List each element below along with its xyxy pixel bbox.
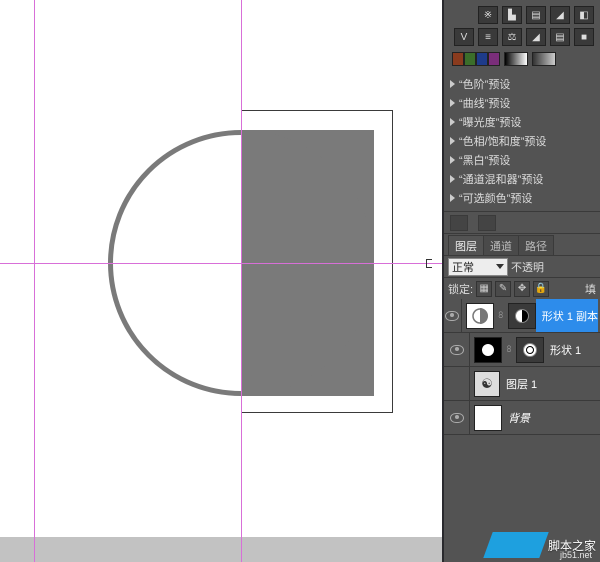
- preset-channel-mixer[interactable]: “通道混和器”预设: [444, 169, 600, 188]
- lock-pixels-icon[interactable]: ✎: [495, 281, 511, 297]
- panel-footer-icons: [444, 211, 600, 233]
- link-icon[interactable]: 𝟾: [504, 341, 514, 359]
- watermark-site: jb51.net: [560, 550, 592, 560]
- lock-all-icon[interactable]: 🔒: [533, 281, 549, 297]
- adjustments-panel: A| ¶ ※ ▙ ▤ ◢ ◧ V ≡ ⚖ ◢ ▤ ■: [444, 0, 600, 72]
- layer-name[interactable]: 背景: [502, 410, 598, 426]
- vibrance-icon[interactable]: ◧: [574, 6, 594, 24]
- ruler-origin-mark: [426, 259, 432, 268]
- disclosure-triangle-icon: [450, 194, 455, 202]
- lock-position-icon[interactable]: ✥: [514, 281, 530, 297]
- adjustment-icons-row-3: [452, 48, 594, 70]
- preset-label: “曝光度”预设: [459, 114, 521, 130]
- hue-sat-icon[interactable]: V: [454, 28, 474, 46]
- adjustment-icons-row-1: ※ ▙ ▤ ◢ ◧: [452, 4, 594, 26]
- lock-transparency-icon[interactable]: ▦: [476, 281, 492, 297]
- selection-bounds: [241, 110, 393, 413]
- canvas-area[interactable]: [0, 0, 442, 562]
- preset-curves[interactable]: “曲线”预设: [444, 93, 600, 112]
- link-icon[interactable]: 𝟾: [496, 307, 506, 325]
- channel-mixer-icon[interactable]: ▤: [550, 28, 570, 46]
- layer-thumbnail[interactable]: [474, 337, 502, 363]
- exposure-icon[interactable]: ◢: [550, 6, 570, 24]
- invert-icon[interactable]: ■: [574, 28, 594, 46]
- disclosure-triangle-icon: [450, 80, 455, 88]
- layer-row[interactable]: ☯ 图层 1: [444, 367, 600, 401]
- preset-label: “色相/饱和度”预设: [459, 133, 546, 149]
- guide-vertical[interactable]: [241, 0, 242, 562]
- curves-icon[interactable]: ▤: [526, 6, 546, 24]
- tab-channels[interactable]: 通道: [483, 235, 519, 255]
- gradient-map-icon[interactable]: [504, 52, 528, 66]
- visibility-toggle[interactable]: [444, 401, 470, 434]
- visibility-toggle[interactable]: [444, 333, 470, 366]
- layer-list: 𝟾 形状 1 副本 𝟾 形状 1 ☯: [444, 299, 600, 562]
- levels-icon[interactable]: ▙: [502, 6, 522, 24]
- brightness-contrast-icon[interactable]: ※: [478, 6, 498, 24]
- preset-label: “色阶”预设: [459, 76, 510, 92]
- gradient-preset-icon[interactable]: [532, 52, 556, 66]
- preset-selective-color[interactable]: “可选颜色”预设: [444, 188, 600, 207]
- guide-vertical[interactable]: [34, 0, 35, 562]
- disclosure-triangle-icon: [450, 99, 455, 107]
- layer-row[interactable]: 𝟾 形状 1: [444, 333, 600, 367]
- vector-mask-thumbnail[interactable]: [516, 337, 544, 363]
- canvas-scroll-gutter: [0, 537, 442, 562]
- layers-panel-tabs: 图层 通道 路径: [444, 233, 600, 255]
- preset-exposure[interactable]: “曝光度”预设: [444, 112, 600, 131]
- layer-name[interactable]: 形状 1: [544, 342, 598, 358]
- info-icon[interactable]: [478, 215, 496, 231]
- chevron-down-icon: [496, 264, 504, 269]
- opacity-label: 不透明: [511, 259, 544, 275]
- layer-name[interactable]: 形状 1 副本: [542, 308, 598, 324]
- preset-label: “曲线”预设: [459, 95, 510, 111]
- lock-row: 锁定: ▦ ✎ ✥ 🔒 填: [444, 277, 600, 299]
- adjustment-presets-list: “色阶”预设 “曲线”预设 “曝光度”预设 “色相/饱和度”预设 “黑白”预设 …: [444, 72, 600, 211]
- preset-black-white[interactable]: “黑白”预设: [444, 150, 600, 169]
- black-white-icon[interactable]: ⚖: [502, 28, 522, 46]
- preset-levels[interactable]: “色阶”预设: [444, 74, 600, 93]
- visibility-toggle[interactable]: [444, 299, 462, 332]
- right-panels: A| ¶ ※ ▙ ▤ ◢ ◧ V ≡ ⚖ ◢ ▤ ■: [444, 0, 600, 562]
- watermark-badge: [483, 532, 548, 558]
- eye-icon: [450, 413, 464, 423]
- blend-mode-select[interactable]: 正常: [448, 258, 508, 276]
- disclosure-triangle-icon: [450, 156, 455, 164]
- tab-paths[interactable]: 路径: [518, 235, 554, 255]
- disclosure-triangle-icon: [450, 137, 455, 145]
- vector-mask-thumbnail[interactable]: [508, 303, 536, 329]
- layer-thumbnail[interactable]: [474, 405, 502, 431]
- blend-mode-row: 正常 不透明: [444, 255, 600, 277]
- layer-row[interactable]: 𝟾 形状 1 副本: [444, 299, 600, 333]
- preset-label: “可选颜色”预设: [459, 190, 532, 206]
- preset-hue-sat[interactable]: “色相/饱和度”预设: [444, 131, 600, 150]
- guide-horizontal[interactable]: [0, 263, 442, 264]
- disclosure-triangle-icon: [450, 175, 455, 183]
- adjustment-icons-row-2: V ≡ ⚖ ◢ ▤ ■: [452, 26, 594, 48]
- photo-filter-icon[interactable]: ◢: [526, 28, 546, 46]
- layer-name[interactable]: 图层 1: [500, 376, 598, 392]
- tab-layers[interactable]: 图层: [448, 235, 484, 255]
- eye-icon: [450, 345, 464, 355]
- histogram-icon[interactable]: [450, 215, 468, 231]
- color-swatches[interactable]: [452, 52, 500, 66]
- disclosure-triangle-icon: [450, 118, 455, 126]
- smart-object-thumbnail[interactable]: ☯: [474, 371, 500, 397]
- color-balance-icon[interactable]: ≡: [478, 28, 498, 46]
- lock-label: 锁定:: [448, 281, 473, 297]
- eye-icon: [445, 311, 459, 321]
- preset-label: “通道混和器”预设: [459, 171, 543, 187]
- layer-thumbnail[interactable]: [466, 303, 494, 329]
- blend-mode-value: 正常: [452, 259, 474, 275]
- visibility-toggle[interactable]: [444, 367, 470, 400]
- preset-label: “黑白”预设: [459, 152, 510, 168]
- fill-label: 填: [585, 281, 596, 297]
- layer-row[interactable]: 背景: [444, 401, 600, 435]
